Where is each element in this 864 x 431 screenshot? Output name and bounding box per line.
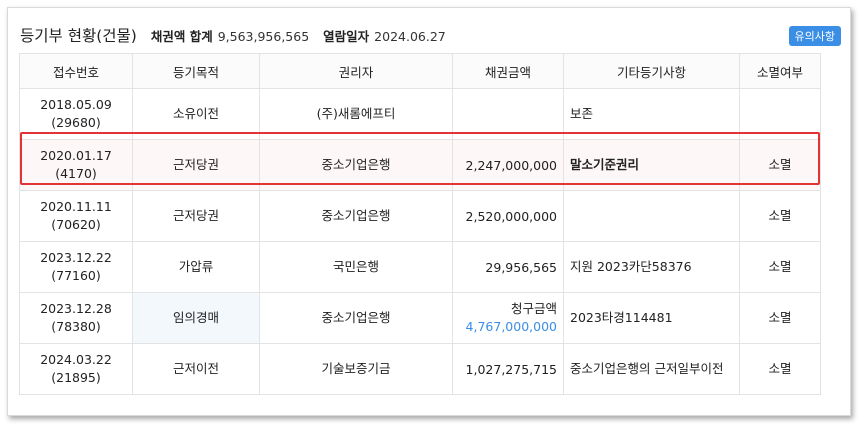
page-title: 등기부 현황(건물) xyxy=(20,27,137,45)
purpose-cell: 가압류 xyxy=(132,241,260,293)
purpose-cell: 근저이전 xyxy=(132,343,260,395)
holder-cell: 국민은행 xyxy=(259,241,453,293)
col-header-extinct: 소멸여부 xyxy=(739,53,821,89)
receipt-cell: 2020.11.11 (70620) xyxy=(19,190,133,242)
table-row-highlighted: 2020.01.17 (4170) 근저당권 중소기업은행 2,247,000,0… xyxy=(19,139,821,191)
holder-cell: (주)새롬에프티 xyxy=(259,88,453,140)
extinct-cell: 소멸 xyxy=(739,292,821,344)
receipt-cell: 2020.01.17 (4170) xyxy=(19,139,133,191)
purpose-cell: 근저당권 xyxy=(132,139,260,191)
amount-cell xyxy=(452,88,564,140)
receipt-cell: 2018.05.09 (29680) xyxy=(19,88,133,140)
extinct-cell: 소멸 xyxy=(739,241,821,293)
extinct-cell xyxy=(739,88,821,140)
table-row: 2020.11.11 (70620) 근저당권 중소기업은행 2,520,000,… xyxy=(19,190,821,242)
extinct-cell: 소멸 xyxy=(739,190,821,242)
receipt-no: (4170) xyxy=(55,166,97,181)
holder-cell: 기술보증기금 xyxy=(259,343,453,395)
receipt-date: 2020.01.17 xyxy=(40,148,112,163)
holder-cell: 중소기업은행 xyxy=(259,139,453,191)
table-row: 2023.12.28 (78380) 임의경매 중소기업은행 청구금액 4,767,… xyxy=(19,292,821,344)
holder-cell: 중소기업은행 xyxy=(259,292,453,344)
notice-button[interactable]: 유의사항 xyxy=(788,26,841,46)
receipt-cell: 2023.12.22 (77160) xyxy=(19,241,133,293)
extinct-cell: 소멸 xyxy=(739,139,821,191)
col-header-holder: 권리자 xyxy=(259,53,453,89)
table-row: 2024.03.22 (21895) 근저이전 기술보증기금 1,027,275,… xyxy=(19,343,821,395)
col-header-etc: 기타등기사항 xyxy=(563,53,740,89)
date-label: 열람일자 xyxy=(323,29,370,44)
receipt-no: (77160) xyxy=(51,268,101,283)
amount-cell: 2,247,000,000 xyxy=(452,139,564,191)
etc-cell: 2023타경114481 xyxy=(563,292,740,344)
receipt-cell: 2023.12.28 (78380) xyxy=(19,292,133,344)
etc-cell: 말소기준권리 xyxy=(563,139,740,191)
receipt-no: (29680) xyxy=(51,115,101,130)
amount-cell: 29,956,565 xyxy=(452,241,564,293)
etc-cell: 지원 2023카단58376 xyxy=(563,241,740,293)
purpose-cell: 임의경매 xyxy=(132,292,260,344)
table-row: 2023.12.22 (77160) 가압류 국민은행 29,956,565 지원… xyxy=(19,241,821,293)
etc-cell: 보존 xyxy=(563,88,740,140)
etc-cell xyxy=(563,190,740,242)
amount-cell: 1,027,275,715 xyxy=(452,343,564,395)
receipt-date: 2024.03.22 xyxy=(40,352,112,367)
col-header-purpose: 등기목적 xyxy=(132,53,260,89)
receipt-date: 2023.12.28 xyxy=(40,301,112,316)
receipt-date: 2018.05.09 xyxy=(40,97,112,112)
registry-header: 등기부 현황(건물) 채권액 합계 9,563,956,565 열람일자 202… xyxy=(20,24,446,50)
date-value: 2024.06.27 xyxy=(374,29,446,44)
table-header-row: 접수번호 등기목적 권리자 채권금액 기타등기사항 소멸여부 xyxy=(19,53,821,89)
receipt-no: (78380) xyxy=(51,319,101,334)
table-row: 2018.05.09 (29680) 소유이전 (주)새롬에프티 보존 xyxy=(19,88,821,140)
receipt-date: 2023.12.22 xyxy=(40,250,112,265)
receipt-cell: 2024.03.22 (21895) xyxy=(19,343,133,395)
purpose-cell: 근저당권 xyxy=(132,190,260,242)
total-value: 9,563,956,565 xyxy=(217,29,310,44)
total-label: 채권액 합계 xyxy=(150,29,213,44)
amount-cell: 청구금액 4,767,000,000 xyxy=(452,292,564,344)
receipt-date: 2020.11.11 xyxy=(40,199,112,214)
extinct-cell: 소멸 xyxy=(739,343,821,395)
claim-amount-value: 4,767,000,000 xyxy=(465,319,557,334)
receipt-no: (70620) xyxy=(51,217,101,232)
claim-amount-label: 청구금액 xyxy=(510,301,557,316)
holder-cell: 중소기업은행 xyxy=(259,190,453,242)
col-header-amount: 채권금액 xyxy=(452,53,564,89)
col-header-receipt-no: 접수번호 xyxy=(19,53,133,89)
etc-cell: 중소기업은행의 근저일부이전 xyxy=(563,343,740,395)
registry-table: 접수번호 등기목적 권리자 채권금액 기타등기사항 소멸여부 2018.05.0… xyxy=(19,53,821,395)
amount-cell: 2,520,000,000 xyxy=(452,190,564,242)
receipt-no: (21895) xyxy=(51,370,101,385)
purpose-cell: 소유이전 xyxy=(132,88,260,140)
